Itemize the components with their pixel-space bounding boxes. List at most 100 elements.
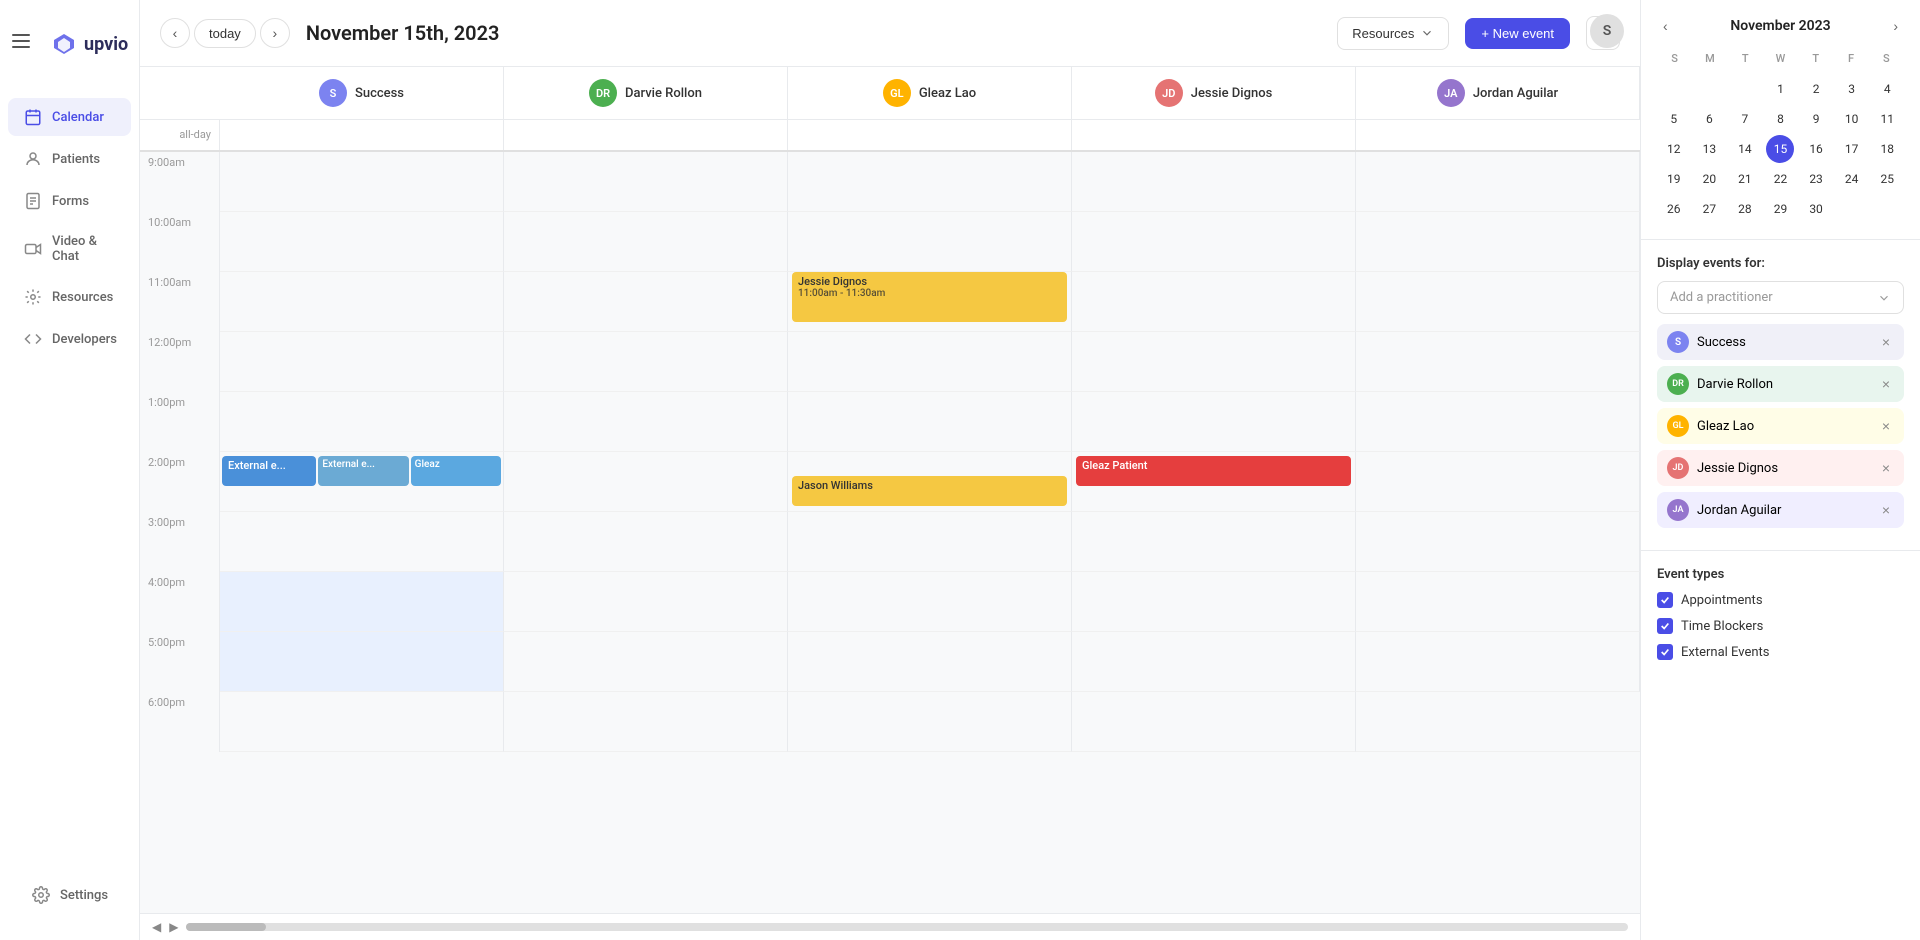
resources-button[interactable]: Resources [1337, 17, 1449, 50]
cell-success-3[interactable] [220, 512, 504, 572]
mini-cal-date-1[interactable]: 1 [1766, 75, 1794, 103]
checkbox-appointments[interactable] [1657, 592, 1673, 608]
cell-success-10[interactable] [220, 212, 504, 272]
cell-gleaz-11[interactable]: Jessie Dignos 11:00am - 11:30am [788, 272, 1072, 332]
mini-cal-date-empty[interactable] [1838, 195, 1866, 223]
chip-close-jordan[interactable]: × [1878, 502, 1894, 518]
mini-cal-date-29[interactable]: 29 [1766, 195, 1794, 223]
sidebar-item-calendar[interactable]: Calendar [8, 98, 131, 136]
mini-cal-date-9[interactable]: 9 [1802, 105, 1830, 133]
mini-cal-date-7[interactable]: 7 [1731, 105, 1759, 133]
cell-success-12[interactable] [220, 332, 504, 392]
cell-success-9[interactable] [220, 152, 504, 212]
mini-cal-next[interactable]: › [1887, 16, 1904, 36]
mini-cal-date-14[interactable]: 14 [1731, 135, 1759, 163]
event-jessie-dignos[interactable]: Jessie Dignos 11:00am - 11:30am [792, 272, 1067, 322]
checkbox-time-blockers[interactable] [1657, 618, 1673, 634]
cell-jessie-11[interactable] [1072, 272, 1356, 332]
today-button[interactable]: today [194, 19, 256, 48]
cell-jordan-1[interactable] [1356, 392, 1640, 452]
chip-close-jessie[interactable]: × [1878, 460, 1894, 476]
event-gleaz-label[interactable]: Gleaz [411, 456, 501, 486]
cell-darvie-2[interactable] [504, 452, 788, 512]
mini-cal-date[interactable] [1731, 75, 1759, 103]
mini-cal-date-13[interactable]: 13 [1695, 135, 1723, 163]
mini-cal-date-18[interactable]: 18 [1873, 135, 1901, 163]
cell-jordan-10[interactable] [1356, 212, 1640, 272]
mini-cal-date-21[interactable]: 21 [1731, 165, 1759, 193]
sidebar-item-settings[interactable]: Settings [16, 876, 123, 914]
cell-jessie-1[interactable] [1072, 392, 1356, 452]
new-event-button[interactable]: + New event [1465, 18, 1570, 49]
hamburger-menu[interactable] [12, 34, 30, 48]
cell-jordan-4[interactable] [1356, 572, 1640, 632]
scroll-left-btn[interactable]: ◀ [148, 918, 165, 936]
cell-darvie-9[interactable] [504, 152, 788, 212]
cell-jessie-3[interactable] [1072, 512, 1356, 572]
sidebar-item-video[interactable]: Video & Chat [8, 224, 131, 274]
cell-gleaz-9[interactable] [788, 152, 1072, 212]
time-grid-container[interactable]: 9:00am 10:00am 11:00am [140, 152, 1640, 913]
mini-cal-date[interactable] [1660, 75, 1688, 103]
event-external-2[interactable]: External e... [318, 456, 408, 486]
mini-cal-date-19[interactable]: 19 [1660, 165, 1688, 193]
next-button[interactable]: › [260, 18, 290, 48]
chip-close-gleaz[interactable]: × [1878, 418, 1894, 434]
mini-cal-date-25[interactable]: 25 [1873, 165, 1901, 193]
sidebar-item-forms[interactable]: Forms [8, 182, 131, 220]
mini-cal-date-28[interactable]: 28 [1731, 195, 1759, 223]
cell-jessie-4[interactable] [1072, 572, 1356, 632]
event-external-1[interactable]: External e... [222, 456, 316, 486]
user-avatar[interactable]: S [1590, 14, 1624, 48]
mini-cal-date-12[interactable]: 12 [1660, 135, 1688, 163]
cell-success-1[interactable] [220, 392, 504, 452]
mini-cal-date-6[interactable]: 6 [1695, 105, 1723, 133]
chip-close-darvie[interactable]: × [1878, 376, 1894, 392]
mini-cal-date-3[interactable]: 3 [1838, 75, 1866, 103]
cell-jordan-5[interactable] [1356, 632, 1640, 692]
cell-jordan-2[interactable] [1356, 452, 1640, 512]
sidebar-item-developers[interactable]: Developers [8, 320, 131, 358]
practitioner-select[interactable]: Add a practitioner [1657, 281, 1904, 314]
mini-cal-date-24[interactable]: 24 [1838, 165, 1866, 193]
cell-jordan-6[interactable] [1356, 692, 1640, 752]
mini-cal-date-8[interactable]: 8 [1766, 105, 1794, 133]
mini-cal-date-23[interactable]: 23 [1802, 165, 1830, 193]
cell-darvie-5[interactable] [504, 632, 788, 692]
cell-gleaz-3[interactable] [788, 512, 1072, 572]
cell-gleaz-6[interactable] [788, 692, 1072, 752]
cell-jessie-9[interactable] [1072, 152, 1356, 212]
cell-darvie-11[interactable] [504, 272, 788, 332]
mini-cal-prev[interactable]: ‹ [1657, 16, 1674, 36]
event-gleaz-patient[interactable]: Gleaz Patient [1076, 456, 1351, 486]
cell-jordan-9[interactable] [1356, 152, 1640, 212]
cell-jordan-11[interactable] [1356, 272, 1640, 332]
mini-cal-date-26[interactable]: 26 [1660, 195, 1688, 223]
cell-darvie-1[interactable] [504, 392, 788, 452]
cell-gleaz-10[interactable] [788, 212, 1072, 272]
chip-close-success[interactable]: × [1878, 334, 1894, 350]
mini-cal-date[interactable] [1695, 75, 1723, 103]
mini-cal-date-11[interactable]: 11 [1873, 105, 1901, 133]
cell-jordan-3[interactable] [1356, 512, 1640, 572]
cell-darvie-4[interactable] [504, 572, 788, 632]
event-jason-williams[interactable]: Jason Williams [792, 476, 1067, 506]
prev-button[interactable]: ‹ [160, 18, 190, 48]
mini-cal-date-5[interactable]: 5 [1660, 105, 1688, 133]
horizontal-scrollbar[interactable] [186, 923, 1628, 931]
cell-jessie-10[interactable] [1072, 212, 1356, 272]
mini-cal-date-4[interactable]: 4 [1873, 75, 1901, 103]
cell-success-2[interactable]: External e... External e... Gleaz [220, 452, 504, 512]
cell-gleaz-1[interactable] [788, 392, 1072, 452]
cell-gleaz-5[interactable] [788, 632, 1072, 692]
cell-jessie-12[interactable] [1072, 332, 1356, 392]
mini-cal-date-10[interactable]: 10 [1838, 105, 1866, 133]
cell-darvie-6[interactable] [504, 692, 788, 752]
mini-cal-date-27[interactable]: 27 [1695, 195, 1723, 223]
cell-jessie-2[interactable]: Gleaz Patient [1072, 452, 1356, 512]
mini-cal-date-30[interactable]: 30 [1802, 195, 1830, 223]
scroll-right-btn[interactable]: ▶ [165, 918, 182, 936]
cell-gleaz-12[interactable] [788, 332, 1072, 392]
cell-darvie-3[interactable] [504, 512, 788, 572]
cell-gleaz-4[interactable] [788, 572, 1072, 632]
